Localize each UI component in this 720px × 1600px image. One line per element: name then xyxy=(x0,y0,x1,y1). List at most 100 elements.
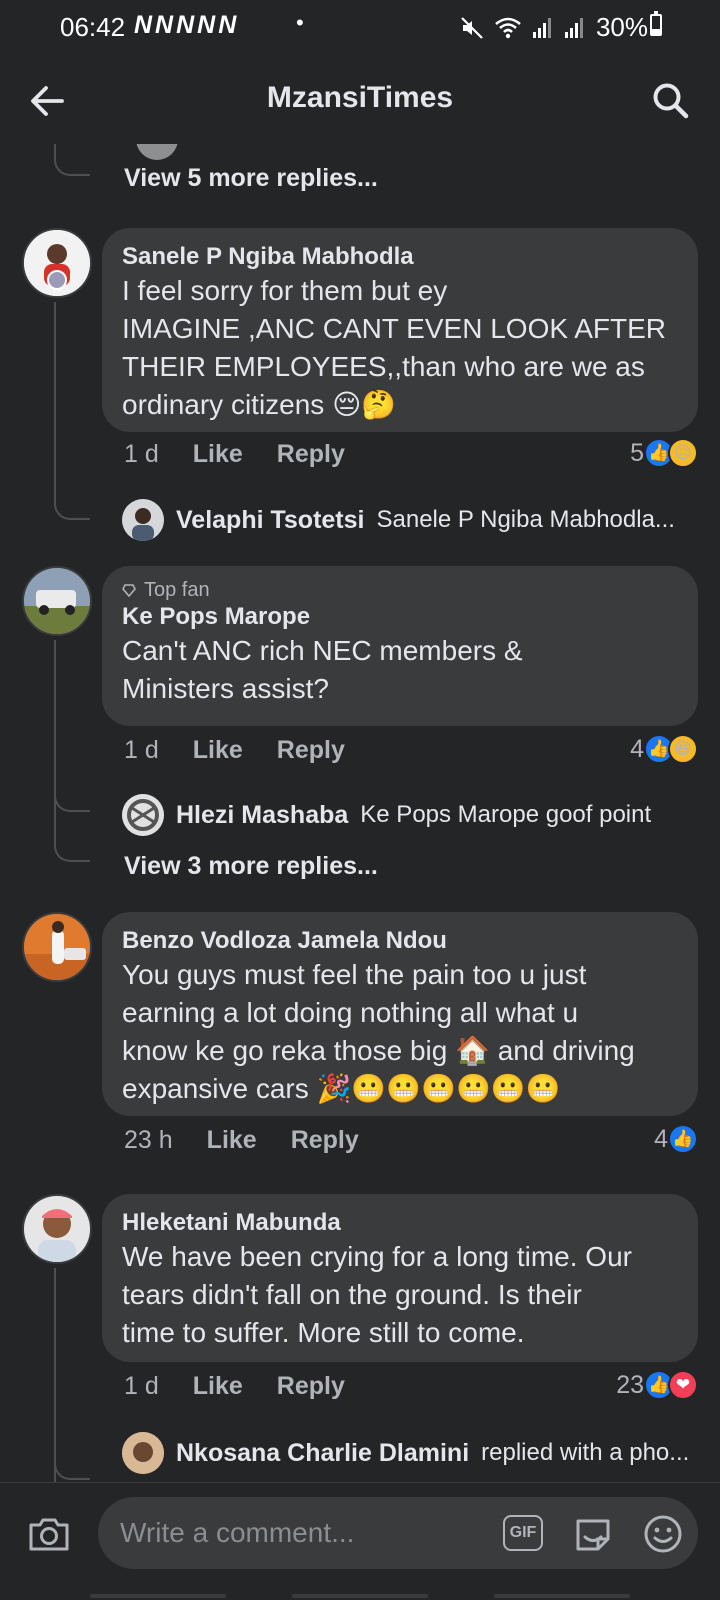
comment-text-line: tears didn't fall on the ground. Is thei… xyxy=(122,1279,582,1310)
comment-text-line: IMAGINE ,ANC CANT EVEN LOOK AFTER xyxy=(122,313,667,344)
reply-button[interactable]: Reply xyxy=(277,1372,345,1401)
reply-preview[interactable]: Velaphi Tsotetsi Sanele P Ngiba Mabhodla… xyxy=(122,499,675,541)
reaction-count: 4 xyxy=(654,1124,668,1153)
reply-button[interactable]: Reply xyxy=(291,1126,359,1155)
comment-bubble[interactable]: Top fan Ke Pops Marope Can't ANC rich NE… xyxy=(102,566,698,726)
top-fan-badge: Top fan xyxy=(122,578,678,602)
reaction-count: 23 xyxy=(616,1370,644,1399)
reaction-count: 4 xyxy=(630,734,644,763)
reply-button[interactable]: Reply xyxy=(277,736,345,765)
thread-line xyxy=(54,302,56,478)
comment-text-line: I feel sorry for them but ey xyxy=(122,275,448,306)
status-right: 30% xyxy=(460,12,648,43)
avatar-image xyxy=(24,1196,90,1262)
reaction-summary[interactable]: 5 👍 😥 xyxy=(630,438,698,468)
camera-icon xyxy=(29,1518,69,1551)
sticker-button[interactable] xyxy=(572,1513,614,1555)
system-nav-bar xyxy=(0,1590,720,1600)
reaction-summary[interactable]: 4 👍 😆 xyxy=(630,734,698,764)
gif-button[interactable]: GIF xyxy=(503,1515,543,1551)
status-time: 06:42 xyxy=(60,12,126,42)
reply-text: replied with a pho... xyxy=(481,1439,690,1466)
like-button[interactable]: Like xyxy=(193,1372,243,1401)
camera-button[interactable] xyxy=(26,1511,72,1557)
comment-text-line: You guys must feel the pain too u just xyxy=(122,959,587,990)
comment-author[interactable]: Sanele P Ngiba Mabhodla xyxy=(122,242,678,272)
avatar-sanele[interactable] xyxy=(22,228,92,298)
comments-feed[interactable]: View 5 more replies... Sanele P Ngiba Ma… xyxy=(0,144,720,1482)
comment-text-line: Can't ANC rich NEC members & xyxy=(122,635,523,666)
thread-connector xyxy=(54,774,90,812)
avatar-hleketani[interactable] xyxy=(22,1194,92,1264)
comment-text-line: THEIR EMPLOYEES,,than who are we as xyxy=(122,351,645,382)
thread-connector xyxy=(54,1420,90,1480)
reply-text: Ke Pops Marope goof point xyxy=(360,801,652,828)
comment-time[interactable]: 1 d xyxy=(124,736,159,765)
like-reaction-icon: 👍 xyxy=(668,1124,698,1154)
reaction-summary[interactable]: 23 👍 ❤ xyxy=(616,1370,698,1400)
top-fan-label: Top fan xyxy=(144,579,210,601)
comment-author[interactable]: Hleketani Mabunda xyxy=(122,1208,678,1238)
comment-text-line: We have been crying for a long time. Our xyxy=(122,1241,632,1272)
reaction-summary[interactable]: 4 👍 xyxy=(654,1124,698,1154)
nav-handle-center[interactable] xyxy=(292,1594,428,1598)
signal-icon-2 xyxy=(564,17,583,38)
reply-button[interactable]: Reply xyxy=(277,440,345,469)
avatar xyxy=(136,144,178,160)
comment-time[interactable]: 1 d xyxy=(124,440,159,469)
avatar xyxy=(122,794,164,836)
comment-bubble[interactable]: Benzo Vodloza Jamela Ndou You guys must … xyxy=(102,912,698,1116)
avatar-ke-pops[interactable] xyxy=(22,566,92,636)
battery-percent: 30% xyxy=(595,12,648,42)
comment-actions: 1 d Like Reply xyxy=(124,736,345,765)
search-button[interactable] xyxy=(648,78,694,124)
reply-author[interactable]: Nkosana Charlie Dlamini xyxy=(176,1439,469,1468)
avatar-image xyxy=(24,568,90,634)
avatar-benzo[interactable] xyxy=(22,912,92,982)
haha-reaction-icon: 😆 xyxy=(668,734,698,764)
comment-text-line: ordinary citizens 😔🤔 xyxy=(122,389,397,420)
avatar xyxy=(122,499,164,541)
notification-dot: • xyxy=(296,10,304,35)
comment-time[interactable]: 23 h xyxy=(124,1126,173,1155)
sad-reaction-icon: 😥 xyxy=(668,438,698,468)
avatar-image xyxy=(24,914,90,980)
network-notification-icons: NNNNN xyxy=(134,11,240,39)
avatar xyxy=(122,1432,164,1474)
like-button[interactable]: Like xyxy=(193,440,243,469)
wifi-icon xyxy=(495,17,521,38)
reply-author[interactable]: Velaphi Tsotetsi xyxy=(176,506,364,535)
reply-preview[interactable]: Hlezi Mashaba Ke Pops Marope goof point xyxy=(122,794,651,836)
comment-actions: 1 d Like Reply xyxy=(124,1372,345,1401)
reply-preview[interactable]: Nkosana Charlie Dlamini replied with a p… xyxy=(122,1432,689,1474)
app-header: MzansiTimes xyxy=(0,56,720,144)
top-fan-badge-icon xyxy=(122,584,136,597)
nav-handle-right[interactable] xyxy=(494,1594,630,1598)
emoji-button[interactable] xyxy=(642,1513,684,1555)
mute-icon xyxy=(461,16,483,39)
comment-author[interactable]: Benzo Vodloza Jamela Ndou xyxy=(122,926,678,956)
reply-author[interactable]: Hlezi Mashaba xyxy=(176,801,348,830)
thread-connector xyxy=(54,478,90,520)
thread-connector xyxy=(54,810,90,862)
battery-icon xyxy=(650,11,662,36)
reply-text: Sanele P Ngiba Mabhodla... xyxy=(376,506,675,533)
comment-text-line: earning a lot doing nothing all what u xyxy=(122,997,579,1028)
avatar-image xyxy=(122,794,164,836)
comment-text-line: know ke go reka those big 🏠 and driving xyxy=(122,1035,635,1066)
comment-composer: GIF xyxy=(0,1482,720,1600)
thread-connector xyxy=(54,144,90,176)
status-bar: 06:42 NNNNN • 30% xyxy=(0,0,720,52)
nav-handle-left[interactable] xyxy=(90,1594,226,1598)
view-more-replies-link[interactable]: View 5 more replies... xyxy=(124,164,378,193)
comment-author[interactable]: Ke Pops Marope xyxy=(122,602,678,632)
like-button[interactable]: Like xyxy=(193,736,243,765)
comment-time[interactable]: 1 d xyxy=(124,1372,159,1401)
like-button[interactable]: Like xyxy=(207,1126,257,1155)
page-title: MzansiTimes xyxy=(266,81,454,114)
comment-bubble[interactable]: Sanele P Ngiba Mabhodla I feel sorry for… xyxy=(102,228,698,432)
comment-actions: 1 d Like Reply xyxy=(124,440,345,469)
avatar-image xyxy=(24,230,90,296)
view-more-replies-link[interactable]: View 3 more replies... xyxy=(124,852,378,881)
comment-bubble[interactable]: Hleketani Mabunda We have been crying fo… xyxy=(102,1194,698,1362)
